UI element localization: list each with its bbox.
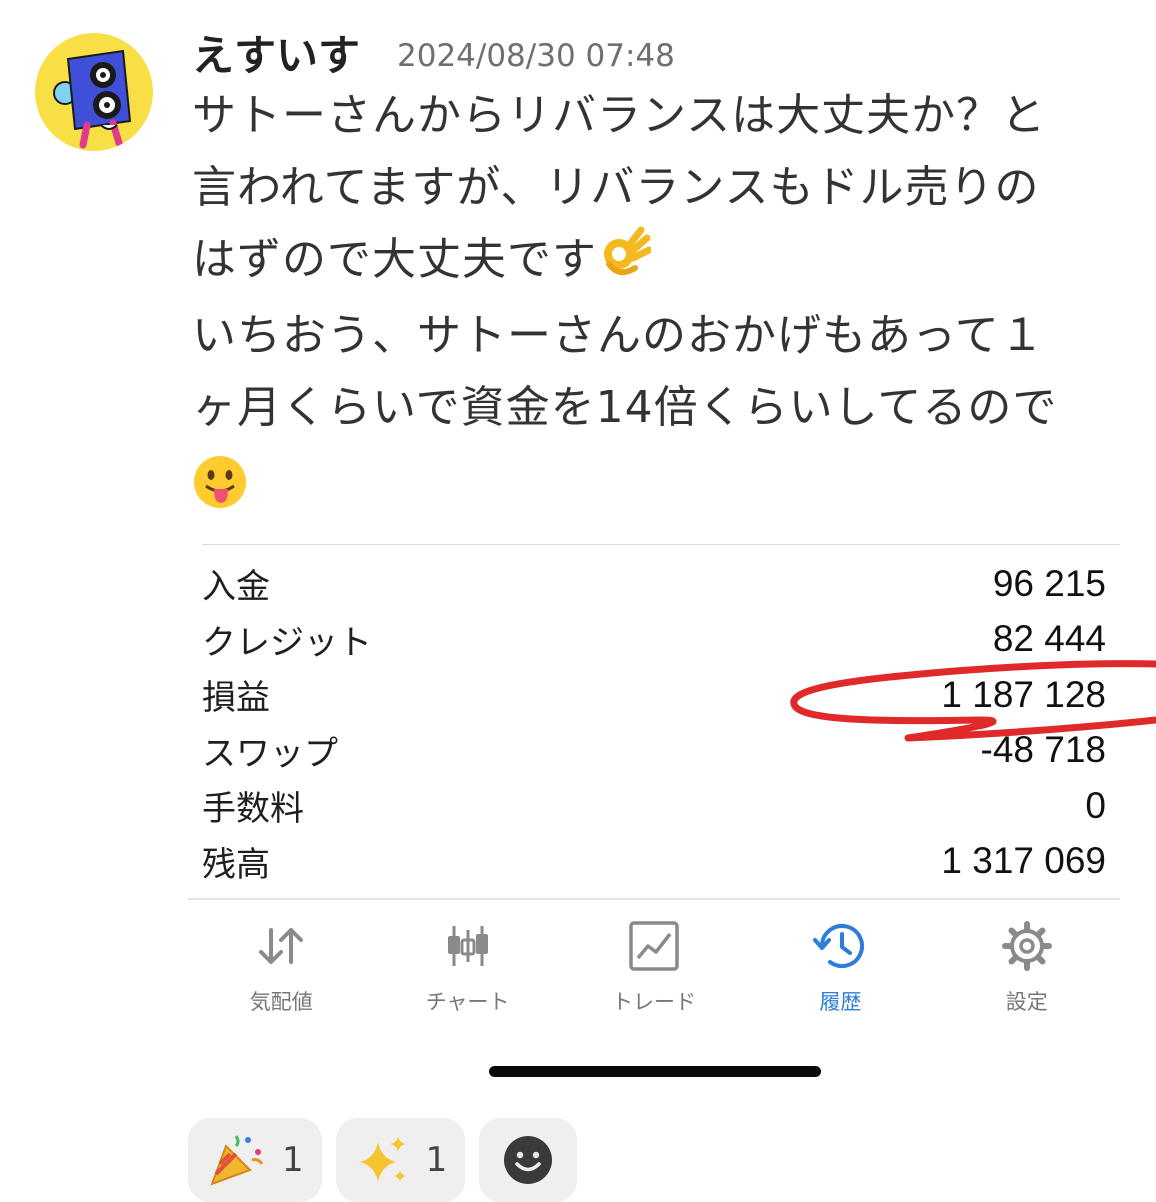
gear-icon: [1001, 921, 1052, 971]
divider: [202, 544, 1120, 545]
post-timestamp: 2024/08/30 07:48: [397, 38, 675, 74]
reaction-count: 1: [282, 1140, 304, 1180]
row-label: スワップ: [202, 733, 338, 774]
row-value: 96 215: [992, 562, 1106, 604]
tab-label: 履歴: [819, 990, 862, 1014]
message-body: サトーさんからリバランスは大丈夫か？と 言われてますが、リバランスもドル売りの …: [192, 80, 1122, 532]
ok-hand-icon: [597, 224, 653, 300]
reaction-bar: 1 1: [188, 1118, 578, 1202]
message-line: 言われてますが、リバランスもドル売りの: [192, 162, 1040, 213]
red-highlight-scribble: [790, 660, 1156, 742]
tab-trade[interactable]: トレード: [561, 910, 747, 1020]
row-label: 残高: [202, 844, 270, 885]
candlestick-icon: [447, 926, 488, 966]
reaction-sparkles[interactable]: 1: [335, 1118, 466, 1202]
reaction-party-popper[interactable]: 1: [188, 1118, 322, 1202]
tab-label: チャート: [425, 990, 510, 1014]
tab-history[interactable]: 履歴: [747, 910, 933, 1020]
message-line: いちおう、サトーさんのおかげもあって１: [192, 310, 1045, 361]
tab-label: 設定: [1005, 990, 1048, 1014]
reaction-count: 1: [425, 1140, 448, 1180]
row-label: 入金: [202, 567, 270, 608]
add-reaction-smiley-icon: [504, 1136, 553, 1184]
tab-label: 気配値: [249, 990, 313, 1014]
message-line-emoji-only: [192, 454, 1122, 532]
sparkles-icon: [359, 1136, 406, 1182]
add-reaction-button[interactable]: [479, 1118, 578, 1202]
quotes-arrows-icon: [259, 928, 304, 964]
tongue-face-icon: [192, 454, 248, 532]
row-value: 1 317 069: [941, 840, 1106, 882]
avatar[interactable]: [35, 33, 153, 151]
summary-row-commission: 手数料 0: [202, 778, 1106, 834]
message-line: ヶ月くらいで資金を14倍くらいしてるので: [192, 382, 1058, 433]
party-popper-icon: [210, 1135, 264, 1186]
summary-row-deposit: 入金 96 215: [202, 556, 1106, 612]
speaker-character-icon: [53, 49, 132, 149]
author-name[interactable]: えすいす: [192, 22, 360, 83]
message-line-with-emoji: はずので大丈夫です: [192, 224, 1122, 300]
tab-quotes[interactable]: 気配値: [188, 910, 374, 1020]
history-icon: [813, 924, 865, 968]
trade-chart-icon: [629, 921, 679, 971]
tab-label: トレード: [611, 990, 696, 1014]
divider: [188, 898, 1120, 900]
tab-chart[interactable]: チャート: [374, 910, 560, 1020]
row-label: 損益: [202, 678, 270, 719]
tab-settings[interactable]: 設定: [934, 910, 1120, 1020]
row-label: 手数料: [202, 789, 304, 830]
bottom-tab-bar: 気配値 チャート トレード 履歴 設定: [188, 910, 1120, 1020]
message-line-text: はずので大丈夫です: [192, 234, 597, 285]
row-value: 0: [1085, 784, 1106, 826]
message-line: サトーさんからリバランスは大丈夫か？と: [192, 90, 1047, 141]
row-label: クレジット: [202, 622, 372, 663]
home-indicator: [489, 1066, 821, 1077]
summary-row-balance: 残高 1 317 069: [202, 834, 1106, 890]
